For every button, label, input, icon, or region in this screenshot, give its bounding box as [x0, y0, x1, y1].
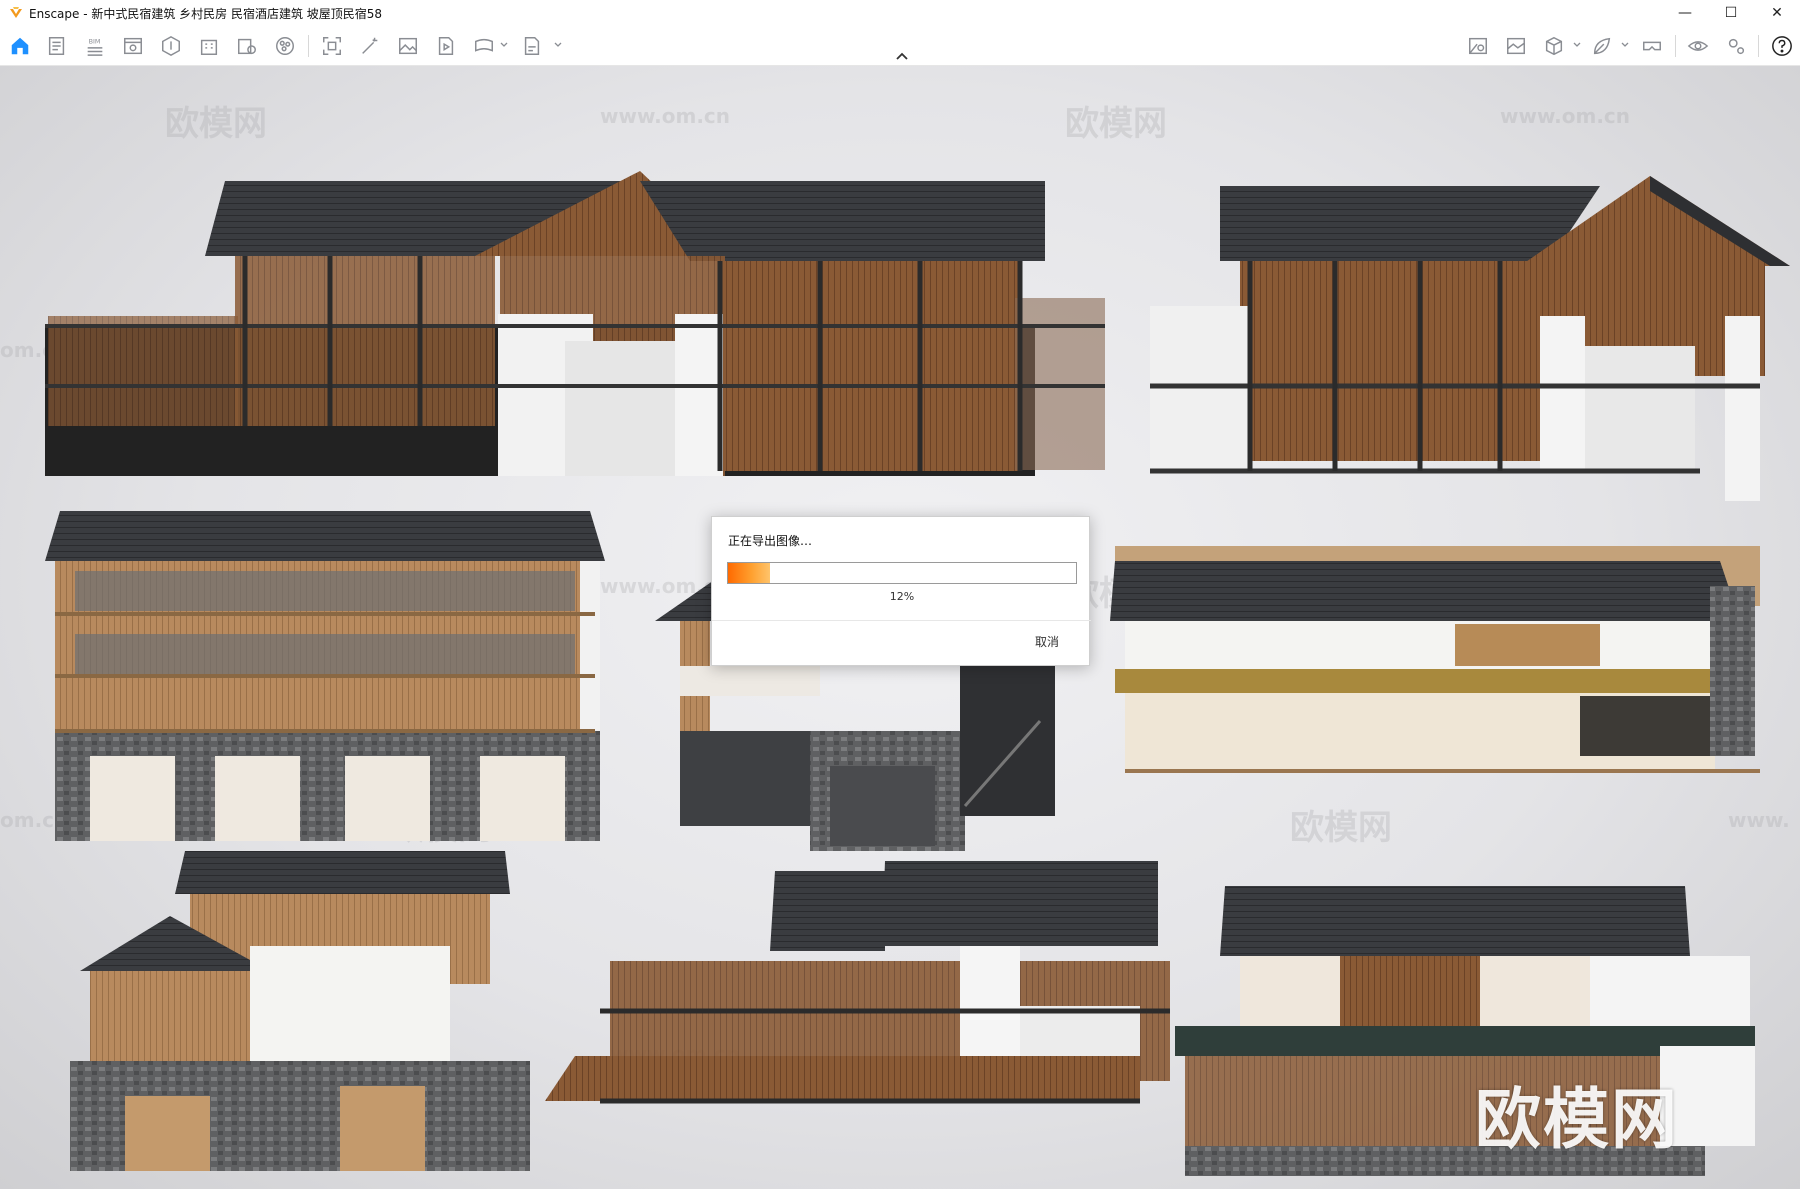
- image-icon[interactable]: [396, 34, 420, 58]
- visual-settings-icon[interactable]: [1504, 34, 1528, 58]
- export-icon[interactable]: [520, 34, 544, 58]
- dialog-divider: [712, 620, 1091, 621]
- svg-text:BIM: BIM: [89, 37, 101, 45]
- view-icon[interactable]: [121, 34, 145, 58]
- vr-headset-icon[interactable]: [1640, 34, 1664, 58]
- document-icon[interactable]: [45, 34, 69, 58]
- progress-fill: [728, 563, 770, 583]
- settings-icon[interactable]: [1724, 34, 1748, 58]
- minimize-button[interactable]: —: [1662, 0, 1708, 26]
- export-progress-bar: [727, 562, 1077, 584]
- screenshot-icon[interactable]: [320, 34, 344, 58]
- building-model: [545, 861, 1170, 1104]
- building-model: [45, 171, 1105, 476]
- close-button[interactable]: ✕: [1754, 0, 1800, 26]
- chevron-down-icon[interactable]: [1620, 40, 1630, 50]
- building-model: [70, 851, 530, 1171]
- collapse-toolbar-chevron-icon[interactable]: [893, 50, 911, 62]
- window-title: Enscape - 新中式民宿建筑 乡村民房 民宿酒店建筑 坡屋顶民宿58: [29, 6, 383, 21]
- chevron-down-icon[interactable]: [553, 40, 563, 50]
- eye-icon[interactable]: [1686, 34, 1710, 58]
- building-model: [1150, 176, 1790, 501]
- cube-icon[interactable]: [1542, 34, 1566, 58]
- dialog-title: 正在导出图像…: [728, 534, 813, 548]
- material-icon[interactable]: [273, 34, 297, 58]
- leaf-icon[interactable]: [1590, 34, 1614, 58]
- cancel-button[interactable]: 取消: [1035, 633, 1059, 650]
- home-icon[interactable]: [8, 34, 32, 58]
- help-icon[interactable]: [1770, 34, 1794, 58]
- chevron-down-icon[interactable]: [1572, 40, 1582, 50]
- object-info-icon[interactable]: [235, 34, 259, 58]
- building-model: [45, 511, 605, 841]
- building-model: [1110, 546, 1760, 773]
- progress-percent-label: 12%: [889, 590, 915, 603]
- asset-library-icon[interactable]: [159, 34, 183, 58]
- video-icon[interactable]: [434, 34, 458, 58]
- export-progress-dialog: 正在导出图像… 12% 取消: [711, 516, 1091, 666]
- title-bar: Enscape - 新中式民宿建筑 乡村民房 民宿酒店建筑 坡屋顶民宿58 — …: [0, 0, 1800, 26]
- maximize-button[interactable]: ☐: [1708, 0, 1754, 26]
- magic-wand-icon[interactable]: [358, 34, 382, 58]
- atmosphere-icon[interactable]: [1466, 34, 1490, 58]
- watermark-brand-large: 欧模网: [1475, 1081, 1679, 1158]
- panorama-icon[interactable]: [472, 34, 496, 58]
- chevron-down-icon[interactable]: [499, 40, 509, 50]
- building-icon[interactable]: [197, 34, 221, 58]
- bim-info-icon[interactable]: BIM: [83, 34, 107, 58]
- enscape-logo-icon: [10, 7, 22, 18]
